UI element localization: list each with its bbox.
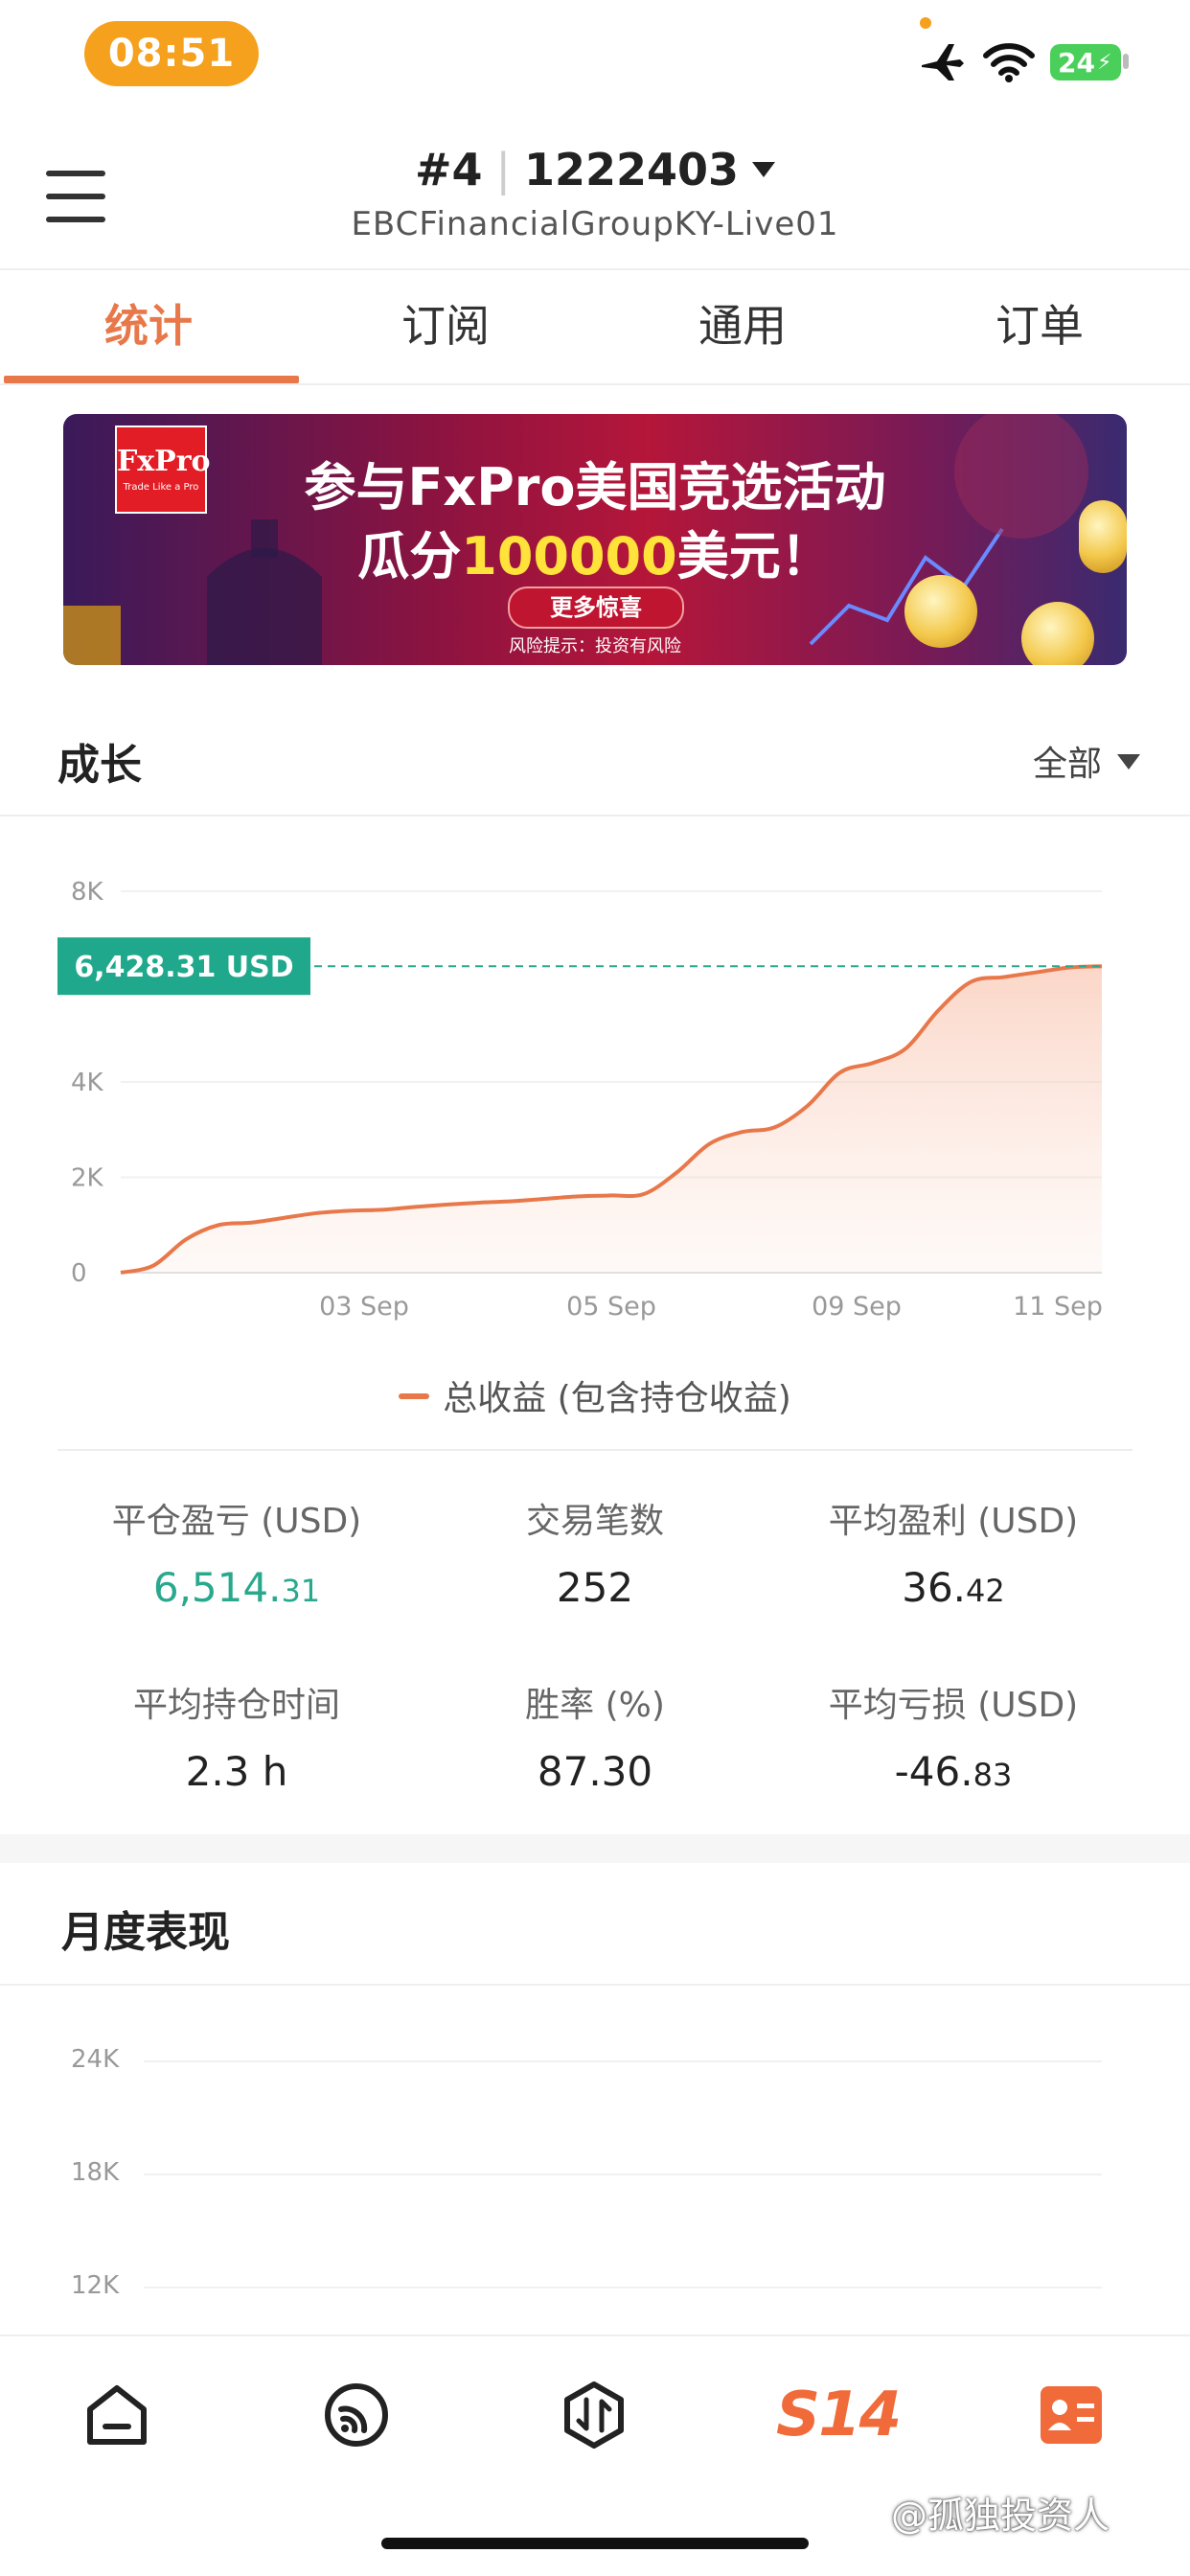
stat-value-int: 36. (902, 1564, 967, 1611)
monthly-title: 月度表现 (61, 1908, 230, 1957)
y-tick-label: 2K (71, 1164, 104, 1193)
monthly-y-tick: 12K (71, 2271, 120, 2300)
stat-value-dec: 83 (973, 1757, 1013, 1793)
profile-card-icon[interactable] (1037, 2380, 1106, 2450)
promo-banner[interactable]: FxPro Trade Like a Pro 参与FxPro美国竞选活动 瓜分1… (63, 414, 1127, 665)
stat-avg-loss: 平均亏损 (USD) -46.83 (755, 1677, 1152, 1795)
signal-icon[interactable] (322, 2380, 391, 2450)
chevron-down-icon (1117, 754, 1140, 770)
home-indicator[interactable] (381, 2538, 809, 2549)
stat-value: 87.30 (397, 1748, 793, 1795)
stat-value: 252 (397, 1564, 793, 1611)
battery-level: 24 (1058, 46, 1095, 79)
stats-divider (57, 1449, 1133, 1451)
banner-subheadline: 瓜分100000美元！ (63, 514, 1127, 589)
stat-win-rate: 胜率 (%) 87.30 (397, 1677, 793, 1795)
growth-chart: 8K 4K 2K 0 03 Sep 05 Sep 09 Sep 11 Sep 6,428.31 … (57, 878, 1103, 1322)
stat-label: 平仓盈亏 (USD) (111, 1502, 362, 1541)
status-time: 08:51 (84, 21, 259, 86)
tab-subscribe[interactable]: 订阅 (297, 291, 594, 355)
account-id: 1222403 (524, 144, 740, 196)
growth-title: 成长 (57, 741, 142, 790)
section-divider (0, 1984, 1190, 1986)
x-tick-label: 11 Sep (1013, 1292, 1103, 1322)
banner-text: 美元！ (676, 526, 833, 586)
chevron-down-icon (752, 161, 776, 177)
battery-indicator: 24 ⚡ (1050, 44, 1121, 80)
stat-label: 胜率 (%) (525, 1686, 665, 1725)
stat-value-int: -46. (894, 1748, 973, 1795)
stat-closed-pnl: 平仓盈亏 (USD) 6,514.31 (38, 1493, 435, 1611)
section-gap (0, 1834, 1190, 1863)
bottom-nav-divider (0, 2334, 1190, 2336)
banner-more-button[interactable]: 更多惊喜 (508, 586, 684, 629)
monthly-y-tick: 24K (71, 2045, 120, 2074)
stat-value: 2.3 h (38, 1748, 435, 1795)
banner-risk-notice: 风险提示：投资有风险 (509, 636, 681, 656)
account-selector[interactable]: #4 | 1222403 (0, 144, 1190, 196)
stat-value: 36.42 (755, 1564, 1152, 1611)
banner-text: 瓜分 (357, 526, 462, 586)
legend-swatch (399, 1393, 430, 1399)
server-name: EBCFinancialGroupKY-Live01 (351, 205, 839, 243)
monthly-y-tick: 18K (71, 2158, 120, 2187)
stat-value: 6,514.31 (38, 1564, 435, 1611)
y-tick-label: 4K (71, 1069, 104, 1097)
home-icon[interactable] (82, 2380, 151, 2450)
range-label: 全部 (1032, 745, 1102, 784)
stat-label: 平均盈利 (USD) (828, 1502, 1079, 1541)
tab-orders[interactable]: 订单 (891, 291, 1188, 355)
growth-area (121, 966, 1102, 1273)
stat-label: 平均亏损 (USD) (828, 1686, 1079, 1725)
stat-value-dec: 42 (966, 1573, 1005, 1609)
airplane-mode-icon (922, 44, 964, 80)
x-tick-label: 03 Sep (319, 1292, 409, 1322)
stat-value-int: 87.30 (537, 1748, 653, 1795)
active-tab-underline (4, 376, 299, 383)
section-divider (0, 815, 1190, 816)
watermark-text: @孤独投资人 (891, 2495, 1110, 2537)
banner-headline: 参与FxPro美国竞选活动 (304, 457, 886, 518)
current-value-label: 6,428.31 USD (74, 951, 293, 984)
stat-value-int: 6,514. (152, 1564, 282, 1611)
y-tick-label: 8K (71, 878, 104, 907)
monthly-gridline (144, 2287, 1102, 2288)
banner-amount: 100000 (461, 526, 677, 586)
tab-general[interactable]: 通用 (594, 291, 891, 355)
stat-avg-hold-time: 平均持仓时间 2.3 h (38, 1677, 435, 1795)
y-tick-label: 0 (71, 1259, 87, 1288)
legend-label: 总收益 (包含持仓收益) (443, 1379, 791, 1418)
stat-value-dec: 31 (281, 1573, 321, 1609)
tab-stats[interactable]: 统计 (0, 291, 297, 355)
range-dropdown[interactable]: 全部 (1033, 736, 1140, 786)
monthly-gridline (144, 2060, 1102, 2062)
stat-value: -46.83 (755, 1748, 1152, 1795)
stat-label: 平均持仓时间 (132, 1686, 340, 1725)
s14-icon[interactable]: S14 (776, 2377, 902, 2453)
header-divider (0, 268, 1190, 270)
stat-avg-profit: 平均盈利 (USD) 36.42 (755, 1493, 1152, 1611)
x-tick-label: 05 Sep (566, 1292, 656, 1322)
battery-cap (1123, 54, 1129, 69)
stat-value-int: 252 (556, 1564, 634, 1611)
chart-legend: 总收益 (包含持仓收益) (0, 1370, 1190, 1420)
tab-divider (0, 383, 1190, 385)
stat-value-int: 2.3 h (185, 1748, 288, 1795)
x-tick-label: 09 Sep (812, 1292, 902, 1322)
privacy-dot-indicator (920, 17, 931, 29)
stat-label: 交易笔数 (525, 1502, 664, 1541)
wifi-icon (983, 43, 1035, 82)
monthly-gridline (144, 2174, 1102, 2175)
account-number: #4 (414, 144, 483, 196)
trade-icon[interactable] (560, 2380, 629, 2450)
stat-trade-count: 交易笔数 252 (397, 1493, 793, 1611)
